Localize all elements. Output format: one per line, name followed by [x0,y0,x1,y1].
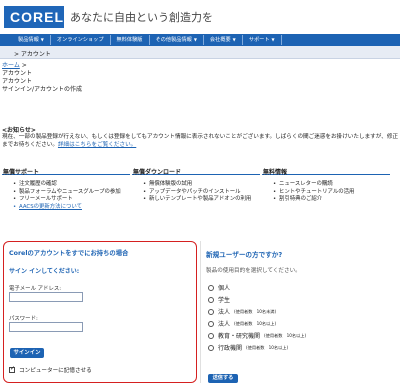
corel-logo[interactable]: COREL [4,6,64,28]
nav-item-support[interactable]: サポート ▼ [243,35,282,45]
chevron-down-icon: ▼ [193,37,197,42]
existing-account-panel: Corelのアカウントをすでにお持ちの場合 サイン インしてください: 電子メー… [3,241,197,383]
free-info-column: 無料情報 ニュースレターの購読 ヒントやチュートリアルの活用 割引特典のご紹介 [262,167,390,204]
option-label: 法人 [218,321,231,328]
option-note: (使用者数 10名以上) [234,320,277,326]
list-item: 製品フォーラムやニュースグループの参加 [13,189,130,197]
remember-checkbox[interactable] [9,365,15,373]
list-item: 注文履歴の確認 [13,181,130,189]
free-download-heading: 無償ダウンロード [132,167,260,176]
list-item: ヒントやチュートリアルの活用 [273,189,390,197]
radio-option-individual[interactable]: 個人 [208,283,230,292]
nav-item-company[interactable]: 会社概要 ▼ [204,35,243,45]
signin-button[interactable]: サインイン [10,348,44,358]
new-user-title: 新規ユーザーの方ですか? [206,251,283,259]
radio-button[interactable] [208,308,214,315]
password-field[interactable] [9,322,83,332]
sub-nav: > アカウント [0,46,400,59]
radio-button[interactable] [208,332,214,339]
radio-button[interactable] [208,296,214,303]
nav-item-other-products[interactable]: その他製品情報 ▼ [150,35,204,45]
free-info-heading: 無料情報 [262,167,390,176]
page-subheading: サインイン/アカウントの作成 [2,86,83,93]
option-label: 法人 [218,309,231,316]
email-field[interactable] [9,292,83,302]
password-label: パスワード: [9,316,38,322]
email-label: 電子メール アドレス: [9,286,62,292]
radio-button[interactable] [208,320,214,327]
new-user-description: 製品の使用目的を選択してください。 [206,268,301,274]
site-header: COREL あなたに自由という創造力を [0,0,400,34]
nav-item-trial[interactable]: 無料体験版 [111,35,150,45]
aacs-update-link[interactable]: AACSの更新方法について [13,204,130,212]
free-support-column: 無償サポート 注文履歴の確認 製品フォーラムやニュースグループの参加 フリーメー… [2,167,130,211]
list-item: アップデータやパッチのインストール [143,189,260,197]
breadcrumb-separator: > [19,62,27,69]
chevron-down-icon: ▼ [271,37,275,42]
list-item: フリーメールサポート [13,196,130,204]
notice-text: 現在、一部の製品登録が行えない、もしくは登録をしてもアカウント情報に表示されない… [2,133,400,149]
list-item: 新しいテンプレートや製品アドオンの利用 [143,196,260,204]
page-heading: アカウント [2,78,33,85]
existing-account-title: Corelのアカウントをすでにお持ちの場合 [9,250,129,257]
option-label: 個人 [218,285,231,292]
breadcrumb-account: アカウント [2,70,33,77]
option-label: 学生 [218,297,231,304]
breadcrumb-home-link[interactable]: ホーム [2,62,20,69]
list-item: ニュースレターの購読 [273,181,390,189]
chevron-down-icon: ▼ [40,37,44,42]
subnav-label[interactable]: > アカウント [14,49,51,58]
radio-option-government[interactable]: 行政機関 (使用者数 10名以上) [208,343,288,352]
remember-label: コンピューターに記憶させる [19,368,92,374]
nav-item-products[interactable]: 製品情報 ▼ [12,35,51,45]
option-label: 行政機関 [218,345,243,352]
option-label: 教育・研究機関 [218,333,261,340]
breadcrumb: ホーム > アカウント アカウント サインイン/アカウントの作成 [2,62,82,94]
nav-item-shop[interactable]: オンラインショップ [51,35,111,45]
submit-button[interactable]: 送信する [208,374,238,383]
notice-details-link[interactable]: 詳細はこちらをご覧ください。 [58,142,136,148]
option-note: (使用者数 10名以上) [246,344,289,350]
radio-button[interactable] [208,344,214,351]
radio-option-corporate-small[interactable]: 法人 (使用者数 10名未満) [208,307,276,316]
radio-option-student[interactable]: 学生 [208,295,230,304]
chevron-down-icon: ▼ [232,37,236,42]
list-item: 無償体験版の試用 [143,181,260,189]
radio-option-education[interactable]: 教育・研究機関 (使用者数 10名以上) [208,331,306,340]
remember-me[interactable]: コンピューターに記憶させる [9,365,92,374]
free-support-heading: 無償サポート [2,167,130,176]
tagline: あなたに自由という創造力を [70,12,213,24]
main-nav: 製品情報 ▼ オンラインショップ 無料体験版 その他製品情報 ▼ 会社概要 ▼ サポー… [0,34,400,46]
free-download-column: 無償ダウンロード 無償体験版の試用 アップデータやパッチのインストール 新しいテ… [132,167,260,204]
signin-prompt: サイン インしてください: [9,268,80,275]
option-note: (使用者数 10名未満) [234,308,277,314]
new-user-panel: 新規ユーザーの方ですか? 製品の使用目的を選択してください。 個人 学生 法人(… [200,241,397,383]
radio-option-corporate-large[interactable]: 法人 (使用者数 10名以上) [208,319,276,328]
radio-button[interactable] [208,284,214,291]
list-item: 割引特典のご紹介 [273,196,390,204]
option-note: (使用者数 10名以上) [264,332,307,338]
